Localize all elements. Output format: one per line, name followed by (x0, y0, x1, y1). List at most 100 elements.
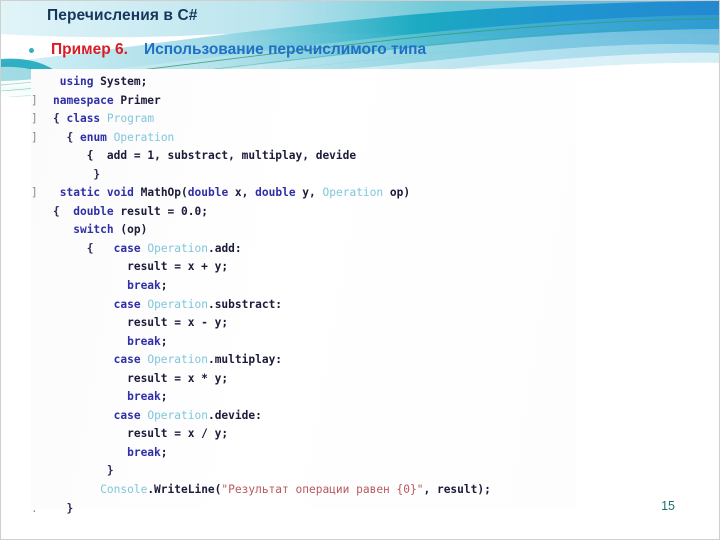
code-line: result = x * y; (31, 370, 576, 389)
code-token: case (113, 297, 141, 311)
code-gutter-marker: ] (31, 93, 38, 107)
code-line: switch (op) (31, 221, 576, 240)
code-token: } (106, 464, 114, 478)
code-token: enum (79, 130, 107, 144)
code-token: static (59, 186, 101, 200)
code-token: { (66, 130, 80, 144)
code-token: case (113, 408, 141, 422)
code-gutter-marker: ] (31, 112, 38, 126)
bullet-dot-icon (29, 47, 34, 53)
code-token: } (66, 501, 74, 515)
code-token: void (106, 186, 134, 200)
code-token: Primer (113, 93, 161, 107)
code-token: Program (106, 112, 155, 126)
code-line: { case Operation.add: (31, 240, 576, 259)
code-token: Operation (147, 241, 208, 255)
code-token: ; (160, 279, 168, 293)
code-token: .WriteLine( (147, 483, 222, 497)
code-token: op) (383, 186, 411, 200)
code-token: break (127, 390, 161, 404)
code-token: Operation (113, 130, 175, 144)
code-token: 0.0 (181, 204, 202, 218)
code-line: . } (31, 500, 576, 519)
code-line: ] { enum Operation (31, 129, 576, 148)
code-token: (op) (113, 223, 148, 237)
code-token: .add: (207, 241, 242, 255)
code-token: break (127, 334, 161, 348)
code-gutter-marker: . (31, 501, 38, 515)
code-token: double (255, 186, 296, 200)
code-line: result = x / y; (31, 425, 576, 444)
code-token: } (93, 167, 101, 181)
code-token: Operation (147, 297, 208, 311)
code-token: y, (295, 186, 323, 200)
code-line: result = x + y; (31, 258, 576, 277)
code-line: { add = 1, substract, multiplay, devide (31, 147, 576, 166)
code-line: using System; (31, 73, 576, 92)
code-token: Operation (322, 186, 384, 200)
code-token: break (127, 445, 161, 459)
code-token: Console (100, 483, 148, 497)
code-token: result = x + y; (127, 260, 229, 274)
code-token: using (59, 75, 94, 88)
code-token: Operation (147, 353, 208, 367)
code-token: { (53, 204, 74, 218)
code-line: } (31, 166, 576, 185)
code-token: case (113, 241, 141, 255)
code-token: namespace (53, 93, 114, 107)
code-line: } (31, 462, 576, 481)
code-line: ] static void MathOp(double x, double y,… (31, 184, 576, 203)
code-line: case Operation.substract: (31, 296, 576, 315)
code-token: , substract, multiplay, devide (154, 149, 357, 163)
code-token: double (73, 204, 114, 218)
code-token: .multiplay: (207, 353, 283, 367)
code-line: case Operation.multiplay: (31, 351, 576, 370)
code-token: ; (160, 334, 168, 348)
code-gutter-marker: ] (31, 186, 38, 200)
code-token: , result); (423, 483, 491, 497)
bullet-item: Пример 6. Использование перечислимого ти… (29, 41, 426, 59)
slide: Перечисления в C# Пример 6. Использовани… (0, 0, 720, 540)
code-token: System; (93, 75, 148, 88)
code-line: break; (31, 277, 576, 296)
code-token: case (113, 353, 141, 367)
code-token: x, (228, 186, 256, 200)
code-token: MathOp( (133, 186, 188, 200)
example-label: Пример 6. (51, 41, 128, 58)
code-token: { (86, 241, 114, 255)
code-token: ; (160, 445, 168, 459)
code-token: ; (201, 204, 208, 218)
code-token: { (53, 112, 67, 126)
code-token: result = (113, 204, 181, 218)
code-token: result = x - y; (127, 316, 229, 330)
example-description: Использование перечислимого типа (143, 41, 427, 58)
code-line: case Operation.devide: (31, 407, 576, 426)
code-token: { add = (86, 149, 148, 163)
code-line: break; (31, 388, 576, 407)
code-token: result = x * y; (127, 371, 229, 385)
code-line: ] namespace Primer (31, 92, 576, 111)
code-line: Console.WriteLine("Результат операции ра… (31, 481, 576, 500)
code-line: result = x - y; (31, 314, 576, 333)
